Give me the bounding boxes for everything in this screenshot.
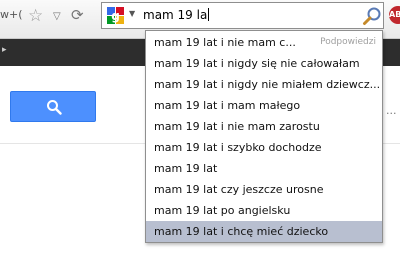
suggestions-dropdown: mam 19 lat i nie mam c... Podpowiedzi ma… [145,30,383,243]
url-dropdown-icon[interactable]: ▽ [53,11,61,22]
suggestion-item-selected[interactable]: mam 19 lat i chcę mieć dziecko [146,221,382,242]
bookmark-star-icon[interactable]: ☆ [28,6,43,26]
suggestion-item[interactable]: mam 19 lat po angielsku [146,200,382,221]
url-bar-text[interactable]: w+( [0,8,23,21]
suggestion-item[interactable]: mam 19 lat i nigdy się nie całowałam [146,53,382,74]
search-button-icon [47,100,62,115]
suggestion-item[interactable]: mam 19 lat i nigdy nie miałem dziewcz... [146,74,382,95]
adblock-icon[interactable]: ABP [389,6,400,24]
reload-icon[interactable]: ⟳ [71,6,84,24]
suggestion-item[interactable]: mam 19 lat i szybko dochodze [146,137,382,158]
search-input[interactable]: mam 19 la [143,8,210,22]
search-bar[interactable]: g ▼ mam 19 la [101,2,384,29]
engine-dropdown-icon[interactable]: ▼ [129,9,135,18]
suggestion-item[interactable]: mam 19 lat i nie mam c... Podpowiedzi [146,32,382,53]
suggestion-item[interactable]: mam 19 lat i nie mam zarostu [146,116,382,137]
suggestion-item[interactable]: mam 19 lat czy jeszcze urosne [146,179,382,200]
google-icon[interactable]: g [107,7,124,24]
search-icon[interactable] [362,6,382,26]
search-button[interactable] [10,91,96,122]
suggestion-item[interactable]: mam 19 lat [146,158,382,179]
svg-text:g: g [111,9,120,23]
truncated-text: ... [386,104,397,117]
menu-chevron-icon[interactable]: ▸ [2,45,7,55]
suggestions-hint: Podpowiedzi [320,37,376,47]
suggestion-item[interactable]: mam 19 lat i mam małego [146,95,382,116]
